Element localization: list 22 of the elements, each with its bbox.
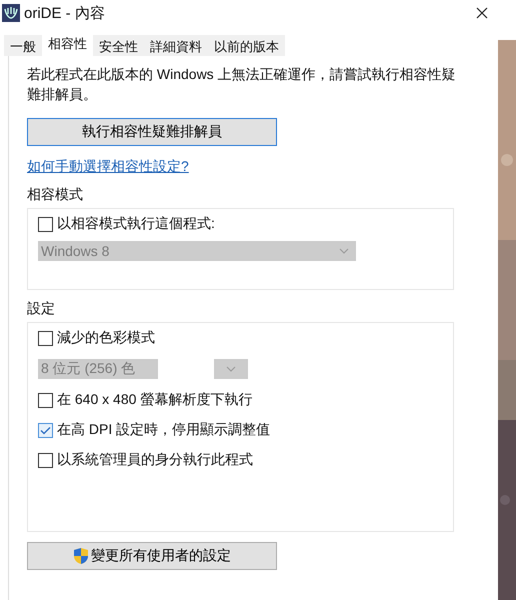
troubleshoot-button[interactable]: 執行相容性疑難排解員	[27, 118, 277, 146]
caret-icon	[339, 248, 349, 254]
shield-icon	[73, 547, 89, 565]
window-title: oriDE - 內容	[24, 4, 106, 22]
checkbox[interactable]: 減少的色彩模式	[38, 329, 443, 347]
checkbox[interactable]: 在高 DPI 設定時，停用顯示調整值	[38, 421, 443, 439]
group-title: 設定	[27, 300, 56, 318]
tab[interactable]: 詳細資料	[144, 35, 208, 56]
app-icon	[2, 4, 20, 22]
checkbox[interactable]: 在 640 x 480 螢幕解析度下執行	[38, 391, 443, 409]
close-icon[interactable]	[476, 7, 488, 19]
tab[interactable]: 以前的版本	[208, 35, 285, 56]
help-link[interactable]: 如何手動選擇相容性設定?	[27, 158, 189, 176]
checkbox[interactable]: 以相容模式執行這個程式:	[38, 215, 443, 233]
check-icon	[40, 426, 51, 434]
intro-text: 若此程式在此版本的 Windows 上無法正確運作，請嘗試執行相容性疑難排解員。	[27, 65, 457, 104]
tab[interactable]: 安全性	[93, 35, 144, 56]
caret-icon	[226, 366, 236, 372]
all-users-button[interactable]: 變更所有使用者的設定	[27, 542, 277, 570]
tab[interactable]: 一般	[4, 35, 42, 56]
checkbox[interactable]: 以系統管理員的身分執行此程式	[38, 451, 443, 469]
group-title: 相容模式	[27, 186, 84, 204]
